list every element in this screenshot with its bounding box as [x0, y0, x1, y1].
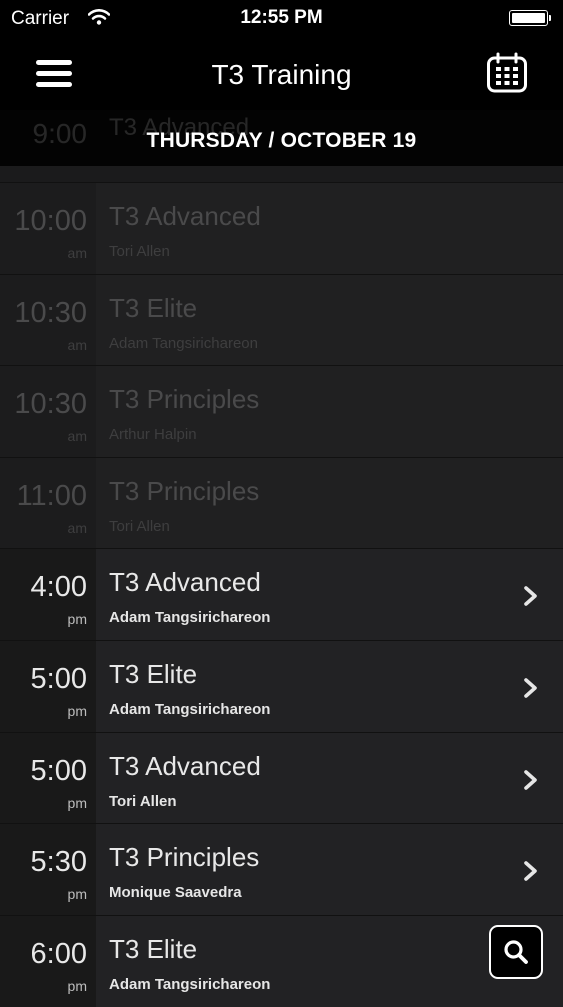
- status-bar: Carrier 12:55 PM: [0, 0, 563, 38]
- calendar-icon[interactable]: [486, 52, 528, 94]
- instructor-name: Tori Allen: [109, 517, 170, 535]
- instructor-name: Arthur Halpin: [109, 426, 197, 444]
- date-header: 9:00 T3 Advanced THURSDAY / OCTOBER 19: [0, 110, 563, 166]
- search-button[interactable]: [489, 925, 543, 979]
- instructor-name: Monique Saavedra: [109, 884, 242, 902]
- chevron-right-icon[interactable]: [522, 585, 540, 607]
- schedule-row: 11:00 am T3 Principles Tori Allen: [0, 456, 563, 549]
- class-ampm: am: [67, 519, 87, 536]
- class-time: 10:30: [14, 388, 87, 421]
- battery-icon: [509, 10, 551, 26]
- schedule-row[interactable]: 5:00 pm T3 Advanced Tori Allen: [0, 731, 563, 824]
- chevron-right-icon[interactable]: [522, 860, 540, 882]
- page-title: T3 Training: [211, 59, 352, 90]
- class-time: 5:30: [30, 846, 87, 879]
- class-time: 4:00: [30, 571, 87, 604]
- class-name: T3 Principles: [109, 475, 260, 506]
- instructor-name: Adam Tangsirichareon: [109, 609, 271, 627]
- class-ampm: pm: [67, 977, 87, 994]
- class-time: 5:00: [30, 663, 87, 695]
- instructor-name: Tori Allen: [109, 792, 177, 810]
- class-ampm: pm: [67, 611, 87, 628]
- instructor-name: Adam Tangsirichareon: [109, 334, 258, 352]
- class-name: T3 Advanced: [109, 201, 261, 231]
- class-ampm: pm: [67, 703, 87, 719]
- search-icon: [504, 940, 528, 964]
- nav-bar: T3 Training: [0, 38, 563, 110]
- schedule-row[interactable]: 5:30 pm T3 Principles Monique Saavedra: [0, 823, 563, 916]
- class-ampm: am: [67, 428, 87, 445]
- instructor-name: Adam Tangsirichareon: [109, 975, 271, 993]
- schedule-row: 10:30 am T3 Elite Adam Tangsirichareon: [0, 273, 563, 366]
- class-ampm: am: [67, 336, 87, 353]
- schedule-row: 10:30 am T3 Principles Arthur Halpin: [0, 365, 563, 458]
- status-time: 12:55 PM: [240, 7, 323, 28]
- schedule-row: 10:00 am T3 Advanced Tori Allen: [0, 182, 563, 274]
- class-name: T3 Elite: [109, 933, 198, 964]
- instructor-name: Adam Tangsirichareon: [109, 701, 271, 718]
- schedule-row[interactable]: 5:00 pm T3 Elite Adam Tangsirichareon: [0, 640, 563, 732]
- schedule-row[interactable]: 4:00 pm T3 Advanced Adam Tangsirichareon: [0, 548, 563, 641]
- class-ampm: pm: [67, 794, 87, 811]
- class-name: T3 Elite: [109, 292, 198, 323]
- class-name: T3 Advanced: [109, 750, 261, 781]
- date-label: THURSDAY / OCTOBER 19: [146, 129, 417, 152]
- chevron-right-icon[interactable]: [522, 769, 540, 791]
- class-name: T3 Advanced: [109, 567, 261, 598]
- class-time: 6:00: [30, 937, 87, 970]
- class-ampm: am: [67, 245, 87, 261]
- class-time: 10:00: [14, 205, 87, 237]
- class-time: 11:00: [16, 479, 87, 512]
- class-name: T3 Elite: [109, 659, 198, 689]
- chevron-right-icon[interactable]: [522, 677, 540, 699]
- class-name: T3 Principles: [109, 842, 260, 873]
- class-time: 5:00: [30, 754, 87, 787]
- schedule-list: 10:00 am T3 Advanced Tori Allen 10:30 am T3 El…: [0, 166, 563, 1007]
- class-ampm: pm: [67, 886, 87, 903]
- class-name: T3 Principles: [109, 384, 260, 415]
- instructor-name: Tori Allen: [109, 243, 170, 260]
- schedule-row[interactable]: 6:00 pm T3 Elite Adam Tangsirichareon: [0, 914, 563, 1007]
- class-time: 10:30: [14, 296, 87, 329]
